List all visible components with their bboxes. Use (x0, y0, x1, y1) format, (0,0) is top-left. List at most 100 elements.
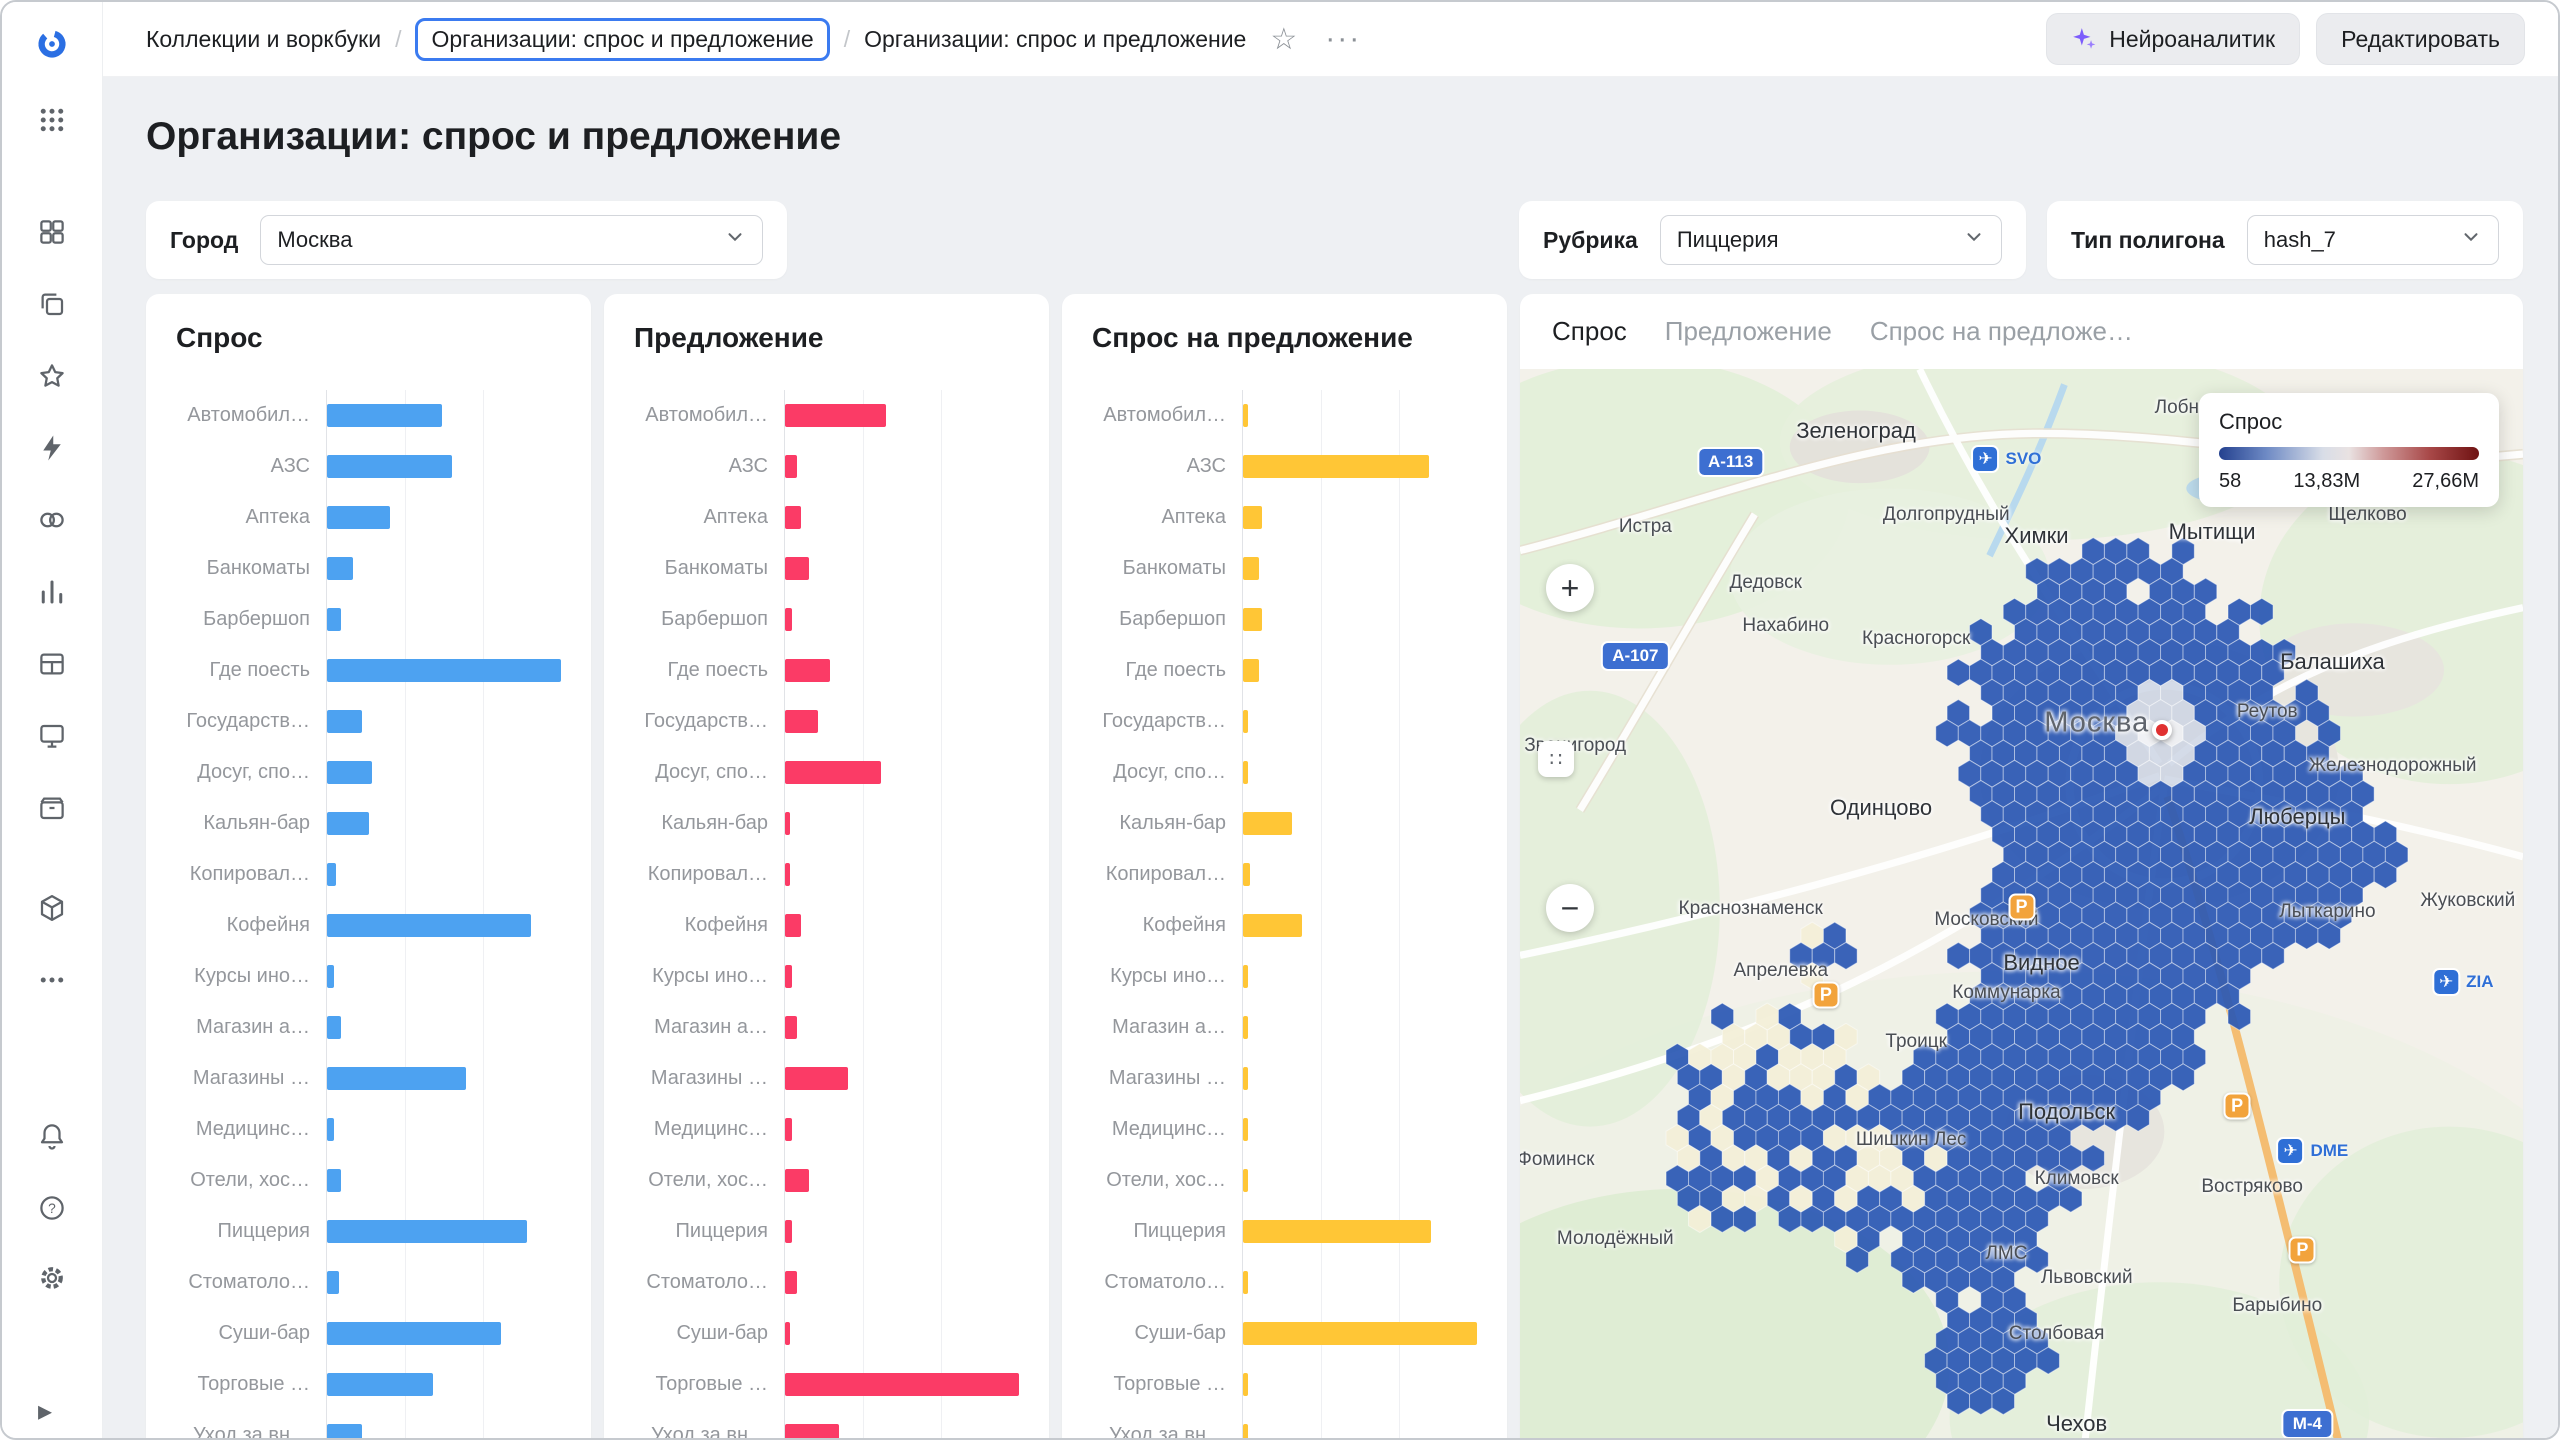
editor-icon[interactable] (34, 718, 70, 754)
bar[interactable] (785, 608, 792, 631)
bar[interactable] (1243, 1220, 1431, 1243)
bar[interactable] (785, 659, 830, 682)
favorite-star-icon[interactable]: ☆ (1270, 22, 1297, 57)
bar[interactable] (327, 1271, 339, 1294)
links-icon[interactable] (34, 502, 70, 538)
bar[interactable] (785, 1169, 809, 1192)
bar[interactable] (785, 1118, 792, 1141)
datasets-icon[interactable] (34, 646, 70, 682)
bar[interactable] (1243, 455, 1429, 478)
map-tab-demand[interactable]: Спрос (1552, 316, 1627, 347)
bar[interactable] (785, 404, 886, 427)
neuro-analyst-button[interactable]: Нейроаналитик (2046, 13, 2300, 65)
bar[interactable] (327, 761, 372, 784)
bar[interactable] (327, 404, 442, 427)
collapse-sidebar-icon[interactable]: ▸ (38, 1397, 52, 1426)
bar[interactable] (327, 710, 362, 733)
bar[interactable] (785, 455, 797, 478)
bar[interactable] (1243, 1373, 1248, 1396)
bar[interactable] (785, 1322, 790, 1345)
dashboards-icon[interactable] (34, 214, 70, 250)
bar[interactable] (1243, 404, 1248, 427)
bar-row: Кофейня (176, 900, 561, 951)
bar[interactable] (785, 965, 792, 988)
bar[interactable] (785, 863, 790, 886)
breadcrumb-workbook-highlighted[interactable]: Организации: спрос и предложение (415, 18, 829, 61)
zoom-in-button[interactable]: + (1546, 564, 1594, 612)
map-city-label: Шишкин Лес (1856, 1129, 1967, 1151)
breadcrumb-collections[interactable]: Коллекции и воркбуки (146, 26, 381, 53)
road-badge: А-107 (1601, 641, 1669, 671)
bar[interactable] (327, 914, 531, 937)
bar[interactable] (327, 1067, 466, 1090)
bar[interactable] (785, 710, 818, 733)
bar[interactable] (785, 1067, 848, 1090)
map-canvas[interactable]: ЛобняЗеленоградМытищиЩелковоИстраДолгопр… (1520, 369, 2523, 1438)
bar[interactable] (327, 659, 561, 682)
more-icon[interactable] (34, 962, 70, 998)
bar[interactable] (327, 1016, 341, 1039)
bar[interactable] (1243, 1067, 1248, 1090)
charts-icon[interactable] (34, 574, 70, 610)
lightning-icon[interactable] (34, 430, 70, 466)
bar[interactable] (327, 965, 334, 988)
bar[interactable] (327, 1322, 501, 1345)
favorites-icon[interactable] (34, 358, 70, 394)
map-tab-demand-per-supply[interactable]: Спрос на предложе… (1870, 316, 2133, 347)
help-icon[interactable]: ? (34, 1190, 70, 1226)
bar[interactable] (327, 812, 369, 835)
bar[interactable] (785, 1424, 839, 1438)
bar[interactable] (327, 1220, 527, 1243)
bar[interactable] (785, 914, 801, 937)
edit-button[interactable]: Редактировать (2316, 13, 2525, 65)
bar[interactable] (785, 761, 881, 784)
bar[interactable] (327, 506, 390, 529)
bar[interactable] (1243, 1424, 1248, 1438)
ruler-button[interactable]: ∷ (1538, 741, 1574, 777)
map-tab-supply[interactable]: Предложение (1665, 316, 1832, 347)
collections-icon[interactable] (34, 286, 70, 322)
bar[interactable] (1243, 557, 1259, 580)
bar[interactable] (1243, 506, 1262, 529)
bar[interactable] (785, 1373, 1019, 1396)
bar[interactable] (327, 1424, 362, 1438)
bar[interactable] (1243, 914, 1302, 937)
bar[interactable] (327, 1169, 341, 1192)
bar[interactable] (1243, 710, 1248, 733)
bar[interactable] (327, 1118, 334, 1141)
bar[interactable] (785, 812, 790, 835)
breadcrumb-dashboard[interactable]: Организации: спрос и предложение (864, 26, 1246, 53)
cube-icon[interactable] (34, 890, 70, 926)
bar[interactable] (1243, 761, 1248, 784)
bar[interactable] (327, 608, 341, 631)
more-actions-icon[interactable]: ··· (1325, 22, 1361, 56)
bar[interactable] (785, 1220, 792, 1243)
bar[interactable] (1243, 1118, 1248, 1141)
bar[interactable] (327, 557, 353, 580)
storage-icon[interactable] (34, 790, 70, 826)
city-select[interactable]: Москва (260, 215, 763, 265)
apps-grid-icon[interactable] (34, 102, 70, 138)
notifications-icon[interactable] (34, 1118, 70, 1154)
bar[interactable] (1243, 965, 1248, 988)
bar[interactable] (785, 506, 801, 529)
bar[interactable] (785, 1271, 797, 1294)
bar[interactable] (1243, 863, 1250, 886)
bar[interactable] (785, 1016, 797, 1039)
bar[interactable] (1243, 659, 1259, 682)
bar[interactable] (1243, 1271, 1248, 1294)
bar[interactable] (327, 1373, 433, 1396)
polygon-type-select[interactable]: hash_7 (2247, 215, 2499, 265)
settings-icon[interactable] (34, 1260, 70, 1296)
bar[interactable] (327, 863, 336, 886)
bar[interactable] (327, 455, 452, 478)
rubric-select[interactable]: Пиццерия (1660, 215, 2002, 265)
bar[interactable] (1243, 1322, 1477, 1345)
datalens-logo-icon[interactable] (34, 26, 70, 62)
bar[interactable] (1243, 608, 1262, 631)
zoom-out-button[interactable]: − (1546, 884, 1594, 932)
bar[interactable] (1243, 812, 1292, 835)
bar[interactable] (1243, 1016, 1248, 1039)
bar[interactable] (785, 557, 809, 580)
bar[interactable] (1243, 1169, 1248, 1192)
